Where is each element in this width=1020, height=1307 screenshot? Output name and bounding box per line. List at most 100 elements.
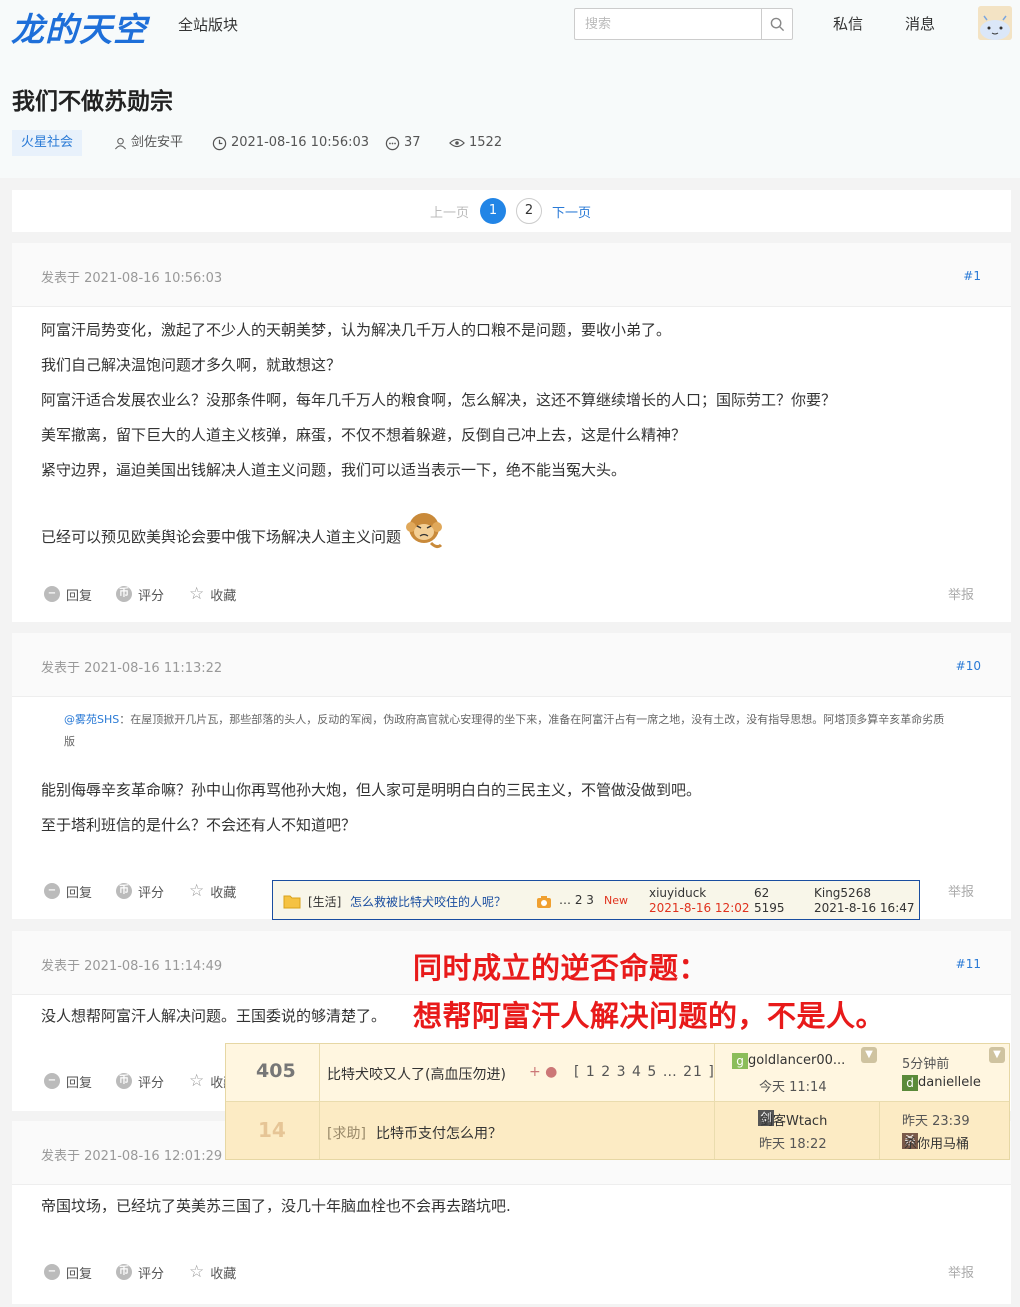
- thread-meta: 火星社会 剑佐安平 2021-08-16 10:56:03 37 1522: [12, 130, 612, 156]
- folder-icon: [283, 895, 301, 909]
- author-meta: 剑佐安平: [114, 130, 183, 156]
- row-pages[interactable]: … 2 3: [559, 893, 594, 907]
- row-replies: 62: [754, 886, 770, 900]
- private-message-link[interactable]: 私信: [833, 13, 863, 34]
- search-input[interactable]: [575, 9, 761, 39]
- last-post-time: 5分钟前: [902, 1057, 950, 1072]
- last-poster[interactable]: 杀你用马桶: [904, 1133, 969, 1152]
- row-author-date: 2021-8-16 12:02: [649, 901, 750, 915]
- post-line: 紧守边界，逼迫美国出钱解决人道主义问题，我们可以适当表示一下，绝不能当冤大头。: [41, 461, 627, 479]
- thread-author[interactable]: 剑客Wtach: [760, 1110, 827, 1129]
- pasted-thread-list: 405 比特犬咬又人了(高血压勿进) + ● [ 1 2 3 4 5 … 21 …: [225, 1043, 1010, 1160]
- thread-reply-count: 405: [256, 1060, 296, 1082]
- thread-author[interactable]: goldlancer00...: [748, 1053, 845, 1068]
- date-meta: 2021-08-16 10:56:03: [212, 130, 369, 156]
- dropdown-icon[interactable]: ▼: [989, 1047, 1005, 1063]
- post-floor-link[interactable]: #10: [956, 659, 981, 673]
- post-floor-link[interactable]: #1: [963, 269, 981, 283]
- search-button[interactable]: [761, 9, 792, 39]
- thread-page-links[interactable]: [ 1 2 3 4 5 … 21 ]: [574, 1064, 715, 1080]
- quote-text: ：在屋顶掀开几片瓦，那些部落的头人，反动的军阀，伪政府高官就心安理得的坐下来，准…: [64, 713, 945, 748]
- thread-title-link[interactable]: 比特犬咬又人了(高血压勿进): [327, 1064, 506, 1084]
- site-logo[interactable]: 龙的天空: [11, 3, 147, 51]
- post-line: 帝国坟场，已经坑了英美苏三国了，没几十年脑血栓也不会再去踏坑吧.: [41, 1197, 511, 1215]
- last-poster-avatar: d: [902, 1075, 918, 1091]
- quote-block: @雾苑SHS：在屋顶掀开几片瓦，那些部落的头人，反动的军阀，伪政府高官就心安理得…: [64, 709, 954, 753]
- post-line: 已经可以预见欧美舆论会要中俄下场解决人道主义问题: [41, 528, 402, 546]
- reply-count-cell: 14: [226, 1102, 320, 1159]
- thread-title-link[interactable]: 比特币支付怎么用？: [376, 1123, 502, 1143]
- thread-list-row: 14 [求助] 比特币支付怎么用？ 剑 剑客Wtach 昨天 18:22 昨天 …: [226, 1102, 1009, 1159]
- row-title-link[interactable]: 怎么救被比特犬咬住的人呢？: [350, 893, 506, 910]
- reply-button[interactable]: − 回复: [44, 1071, 92, 1091]
- thread-list-row: 405 比特犬咬又人了(高血压勿进) + ● [ 1 2 3 4 5 … 21 …: [226, 1044, 1009, 1102]
- new-badge: New: [604, 894, 628, 907]
- post-floor-link[interactable]: #11: [956, 957, 981, 971]
- page-1-button[interactable]: 1: [480, 198, 506, 224]
- report-link[interactable]: 举报: [948, 584, 974, 603]
- post-actions: − 回复 币评分 ☆ 收藏 举报: [44, 584, 1004, 604]
- post-content: 帝国坟场，已经坑了英美苏三国了，没几十年脑血栓也不会再去踏坑吧.: [41, 1189, 511, 1224]
- avatar-image: [978, 6, 1012, 40]
- rate-icon: 币: [116, 1264, 132, 1280]
- star-icon: ☆: [189, 881, 205, 901]
- favorite-button[interactable]: ☆ 收藏: [189, 584, 236, 604]
- row-author[interactable]: xiuyiduck: [649, 886, 706, 900]
- favorite-button[interactable]: ☆ 收藏: [189, 881, 236, 901]
- post-line: 能别侮辱辛亥革命嘛？孙中山你再骂他孙大炮，但人家可是明明白白的三民主义，不管做没…: [41, 781, 702, 799]
- rate-button[interactable]: 币评分: [116, 1262, 164, 1282]
- annotation-line-2: 想帮阿富汗人解决问题的，不是人。: [413, 999, 886, 1033]
- rate-icon: 币: [116, 1073, 132, 1089]
- last-post-cell: 5分钟前 d daniellele ▼: [880, 1044, 1009, 1102]
- rate-label: 评分: [138, 588, 165, 604]
- page-2-button[interactable]: 2: [516, 198, 542, 224]
- post-datetime: 2021-08-16 10:56:03: [231, 135, 370, 150]
- last-poster[interactable]: daniellele: [918, 1075, 981, 1090]
- star-icon: ☆: [189, 1071, 205, 1091]
- rate-label: 评分: [138, 1075, 165, 1091]
- quote-user-link[interactable]: @雾苑SHS: [64, 713, 119, 726]
- post-content: 阿富汗局势变化，激起了不少人的天朝美梦，认为解决几千万人的口粮不是问题，要收小弟…: [41, 313, 836, 555]
- post-header: 发表于 2021-08-16 10:56:03 #1: [12, 243, 1011, 307]
- favorite-button[interactable]: ☆ 收藏: [189, 1262, 236, 1282]
- board-tag[interactable]: 火星社会: [12, 130, 83, 156]
- reply-icon: −: [44, 1073, 60, 1089]
- rate-button[interactable]: 币评分: [116, 881, 164, 901]
- thread-extra-icons: + ●: [529, 1064, 558, 1080]
- notifications-link[interactable]: 消息: [905, 13, 935, 34]
- user-avatar[interactable]: [978, 6, 1012, 40]
- dropdown-icon[interactable]: ▼: [861, 1047, 877, 1063]
- post-line: 至于塔利班信的是什么？不会还有人不知道吧？: [41, 816, 357, 834]
- reply-icon: −: [44, 586, 60, 602]
- eye-icon: [449, 138, 465, 148]
- reply-label: 回复: [66, 1075, 93, 1091]
- row-last-user[interactable]: King5268: [814, 886, 871, 900]
- user-icon: [114, 137, 127, 149]
- reply-button[interactable]: − 回复: [44, 1262, 92, 1282]
- reply-button[interactable]: − 回复: [44, 584, 92, 604]
- row-category: [生活]: [308, 895, 342, 909]
- rate-button[interactable]: 币评分: [116, 584, 164, 604]
- comment-icon: [385, 136, 400, 150]
- nav-all-boards[interactable]: 全站版块: [178, 14, 238, 35]
- favorite-label: 收藏: [210, 885, 237, 901]
- report-link[interactable]: 举报: [948, 1262, 974, 1281]
- post-time: 发表于 2021-08-16 11:14:49: [41, 959, 223, 974]
- prev-page-link[interactable]: 上一页: [430, 202, 469, 221]
- report-link[interactable]: 举报: [948, 881, 974, 900]
- row-views: 5195: [754, 901, 785, 915]
- reply-count-cell: 405: [226, 1044, 320, 1102]
- reply-button[interactable]: − 回复: [44, 881, 92, 901]
- post-actions: − 回复 币评分 ☆ 收藏 举报: [44, 1262, 1004, 1282]
- star-icon: ☆: [189, 1262, 205, 1282]
- author-name[interactable]: 剑佐安平: [131, 130, 183, 156]
- rate-label: 评分: [138, 1266, 165, 1282]
- clock-icon: [212, 136, 227, 150]
- next-page-link[interactable]: 下一页: [552, 202, 591, 221]
- thread-reply-count: 14: [258, 1118, 286, 1142]
- rate-button[interactable]: 币评分: [116, 1071, 164, 1091]
- thread-author-time: 今天 11:14: [759, 1080, 827, 1095]
- rate-icon: 币: [116, 586, 132, 602]
- post-content: 没人想帮阿富汗人解决问题。王国委说的够清楚了。: [41, 999, 386, 1034]
- post-header: 发表于 2021-08-16 11:13:22 #10: [12, 633, 1011, 697]
